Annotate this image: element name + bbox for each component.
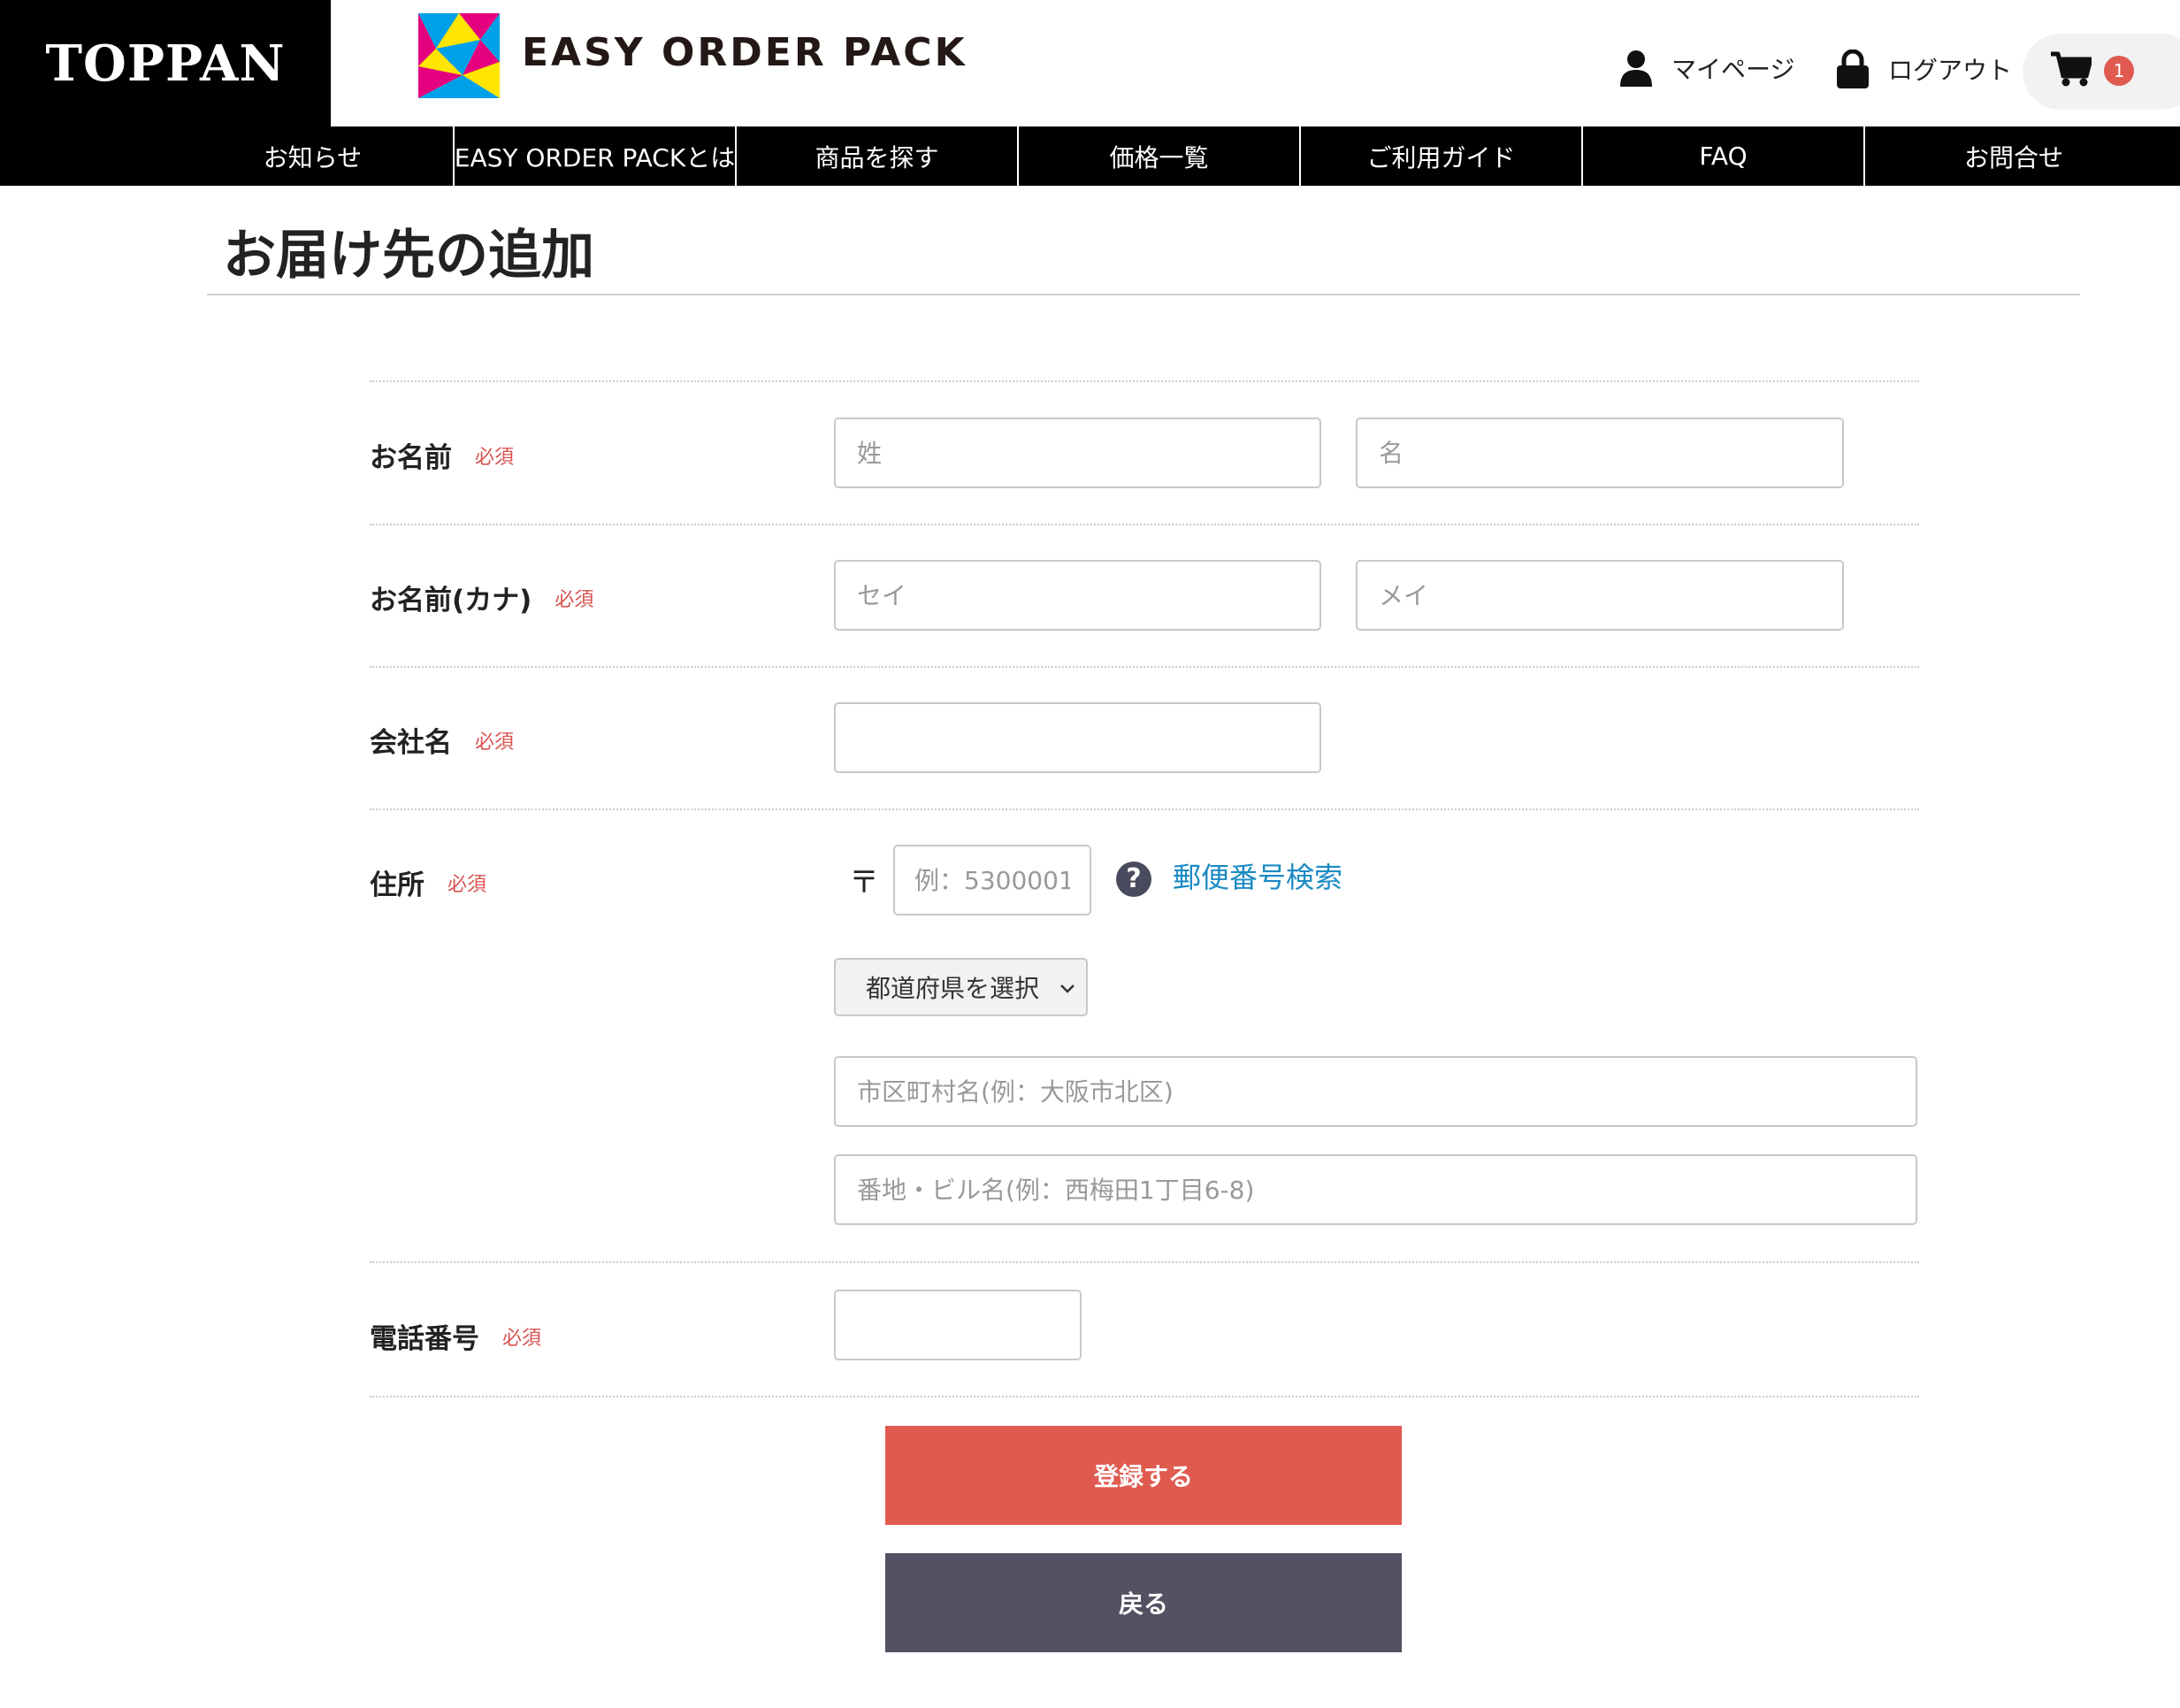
logout-link[interactable]: ログアウト (1837, 50, 2012, 88)
kana-label-text: お名前(カナ) (370, 585, 532, 617)
mypage-label: マイページ (1671, 55, 1795, 84)
logout-label: ログアウト (1888, 56, 2013, 85)
main-nav: お知らせ EASY ORDER PACKとは 商品を探す 価格一覧 ご利用ガイド… (0, 126, 2180, 186)
nav-item-faq[interactable]: FAQ (1583, 126, 1865, 186)
title-divider (207, 294, 2080, 295)
page-title: お届け先の追加 (223, 225, 594, 287)
phone-label-text: 電話番号 (370, 1323, 479, 1355)
name-label-text: お名前 (370, 442, 452, 474)
city-input[interactable] (834, 1056, 1917, 1127)
easy-order-pack-logo-text[interactable]: EASY ORDER PACK (522, 30, 968, 75)
row-divider (370, 524, 1919, 525)
company-input[interactable] (834, 702, 1321, 773)
chevron-down-icon (1060, 984, 1075, 993)
nav-item-news[interactable]: お知らせ (172, 126, 455, 186)
cart-icon (2051, 51, 2092, 87)
street-input[interactable] (834, 1154, 1917, 1225)
row-divider (370, 1261, 1919, 1263)
cart-button[interactable]: 1 (2023, 34, 2180, 110)
postal-mark: 〒 (849, 865, 879, 900)
user-icon (1620, 50, 1652, 87)
required-badge: 必須 (475, 731, 515, 754)
required-badge: 必須 (502, 1327, 542, 1350)
prefecture-select[interactable]: 都道府県を選択 (834, 958, 1088, 1016)
company-label: 会社名 必須 (370, 720, 514, 760)
last-name-kana-input[interactable] (834, 560, 1321, 631)
phone-input[interactable] (834, 1290, 1082, 1360)
cart-count-badge: 1 (2104, 56, 2134, 86)
row-divider (370, 1396, 1919, 1398)
row-divider (370, 666, 1919, 668)
nav-item-guide[interactable]: ご利用ガイド (1301, 126, 1583, 186)
back-button[interactable]: 戻る (885, 1553, 1402, 1652)
help-icon[interactable]: ? (1116, 862, 1151, 897)
nav-item-prices[interactable]: 価格一覧 (1019, 126, 1301, 186)
register-button[interactable]: 登録する (885, 1426, 1402, 1525)
mypage-link[interactable]: マイページ (1620, 50, 1794, 87)
required-badge: 必須 (555, 588, 594, 611)
toppan-logo[interactable]: TOPPAN (0, 0, 331, 126)
toppan-brand-text: TOPPAN (45, 34, 286, 93)
prefecture-select-value: 都道府県を選択 (866, 974, 1040, 1003)
address-label-text: 住所 (370, 869, 425, 901)
last-name-input[interactable] (834, 417, 1321, 488)
postal-code-input[interactable] (893, 845, 1091, 915)
kana-label: お名前(カナ) 必須 (370, 578, 593, 617)
name-label: お名前 必須 (370, 435, 514, 475)
phone-label: 電話番号 必須 (370, 1316, 541, 1356)
easy-order-pack-logo-icon[interactable] (418, 13, 500, 98)
nav-item-contact[interactable]: お問合せ (1865, 126, 2162, 186)
postal-code-search-link[interactable]: 郵便番号検索 (1173, 855, 1342, 896)
row-divider (370, 808, 1919, 810)
nav-item-about[interactable]: EASY ORDER PACKとは (455, 126, 737, 186)
site-header: TOPPAN EASY ORDER PACK マイページ ログアウト 1 (0, 0, 2180, 126)
nav-item-products[interactable]: 商品を探す (737, 126, 1019, 186)
lock-icon (1837, 50, 1869, 88)
address-label: 住所 必須 (370, 862, 486, 902)
company-label-text: 会社名 (370, 727, 452, 759)
first-name-kana-input[interactable] (1356, 560, 1844, 631)
required-badge: 必須 (475, 446, 515, 469)
required-badge: 必須 (447, 873, 487, 896)
first-name-input[interactable] (1356, 417, 1844, 488)
row-divider (370, 380, 1919, 382)
